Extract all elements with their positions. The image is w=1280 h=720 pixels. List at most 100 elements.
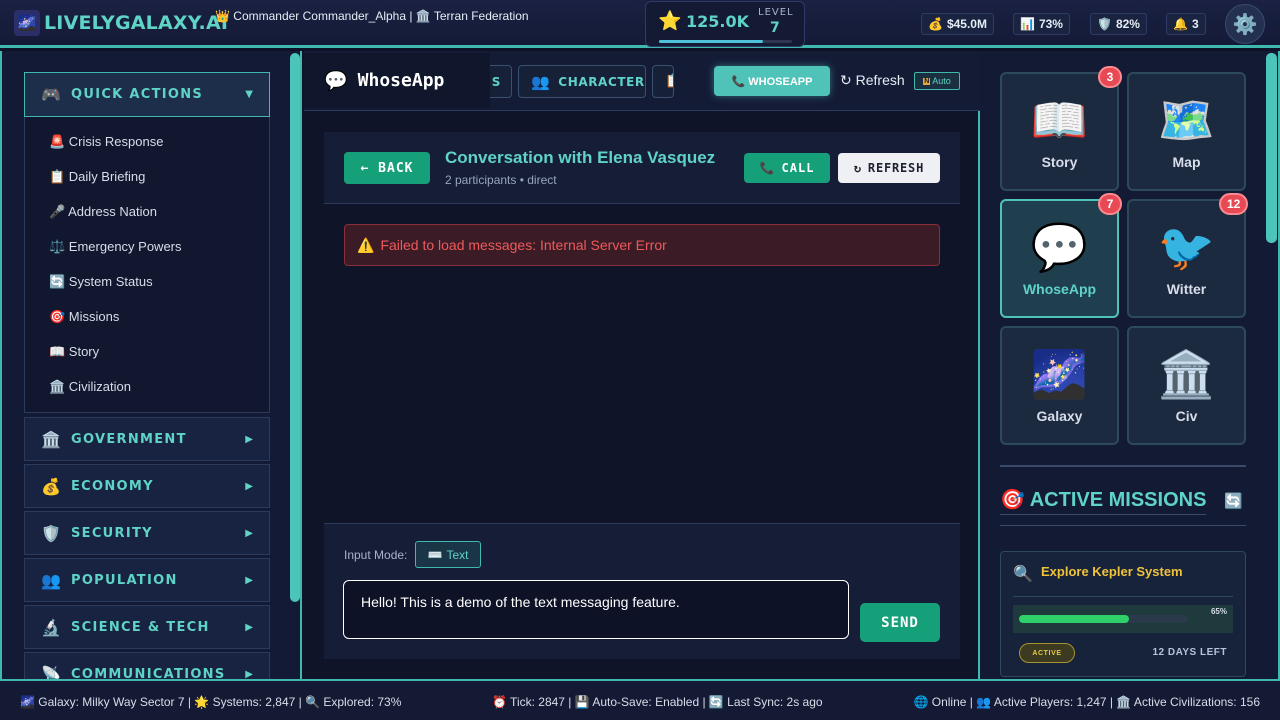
sidebar-scrollbar[interactable] [290,53,300,602]
active-missions-title: 🎯 ACTIVE MISSIONS [1000,487,1207,515]
section-security[interactable]: 🛡️ SECURITY ▶ [24,511,270,555]
notification-badge: 12 [1219,193,1249,215]
tile-label: WhoseApp [1022,281,1097,297]
quick-item-address-nation[interactable]: 🎤 Address Nation [49,204,157,220]
mission-status-badge: ACTIVE [1019,643,1075,663]
star-icon: ⭐ [658,10,682,32]
xp-progress-bar [659,40,792,43]
quick-item-daily-briefing[interactable]: 📋 Daily Briefing [49,169,145,185]
app-tile-galaxy[interactable]: 🌌 Galaxy [1000,326,1119,445]
stat-credits[interactable]: 💰 $45.0M [921,13,994,35]
send-button[interactable]: SEND [860,603,940,642]
section-economy[interactable]: 💰 ECONOMY ▶ [24,464,270,508]
tile-label: Map [1172,154,1201,170]
settings-button[interactable]: ⚙️ [1225,4,1265,44]
mission-progress-fill [1019,615,1129,623]
message-composer: Input Mode: ⌨️ Text Hello! This is a dem… [324,523,960,659]
notification-badge: 3 [1098,66,1122,88]
mission-progress-bar [1019,615,1188,623]
refresh-button[interactable]: ↻ REFRESH [838,153,940,183]
chevron-right-icon: ▶ [245,668,253,680]
warning-icon: ⚠️ [357,236,375,253]
tab-characters[interactable]: 👥 CHARACTERS [518,65,646,98]
tab-partial-clipboard[interactable]: 📋 [652,65,674,98]
section-label: SECURITY [71,525,153,541]
quick-item-civilization[interactable]: 🏛️ Civilization [49,379,131,395]
input-mode-value: Text [446,547,469,562]
conversation-subtitle: 2 participants • direct [445,173,557,187]
stat-security[interactable]: 🛡️ 82% [1090,13,1147,35]
refresh-missions-icon[interactable]: 🔄 [1224,492,1243,510]
message-input[interactable]: Hello! This is a demo of the text messag… [343,580,849,639]
back-button[interactable]: ← BACK [344,152,430,184]
status-footer: 🌌 Galaxy: Milky Way Sector 7 | 🌟 Systems… [0,679,1280,720]
right-panel-scrollbar[interactable] [1266,53,1277,243]
stat-notifications[interactable]: 🔔 3 [1166,13,1206,35]
section-label: GOVERNMENT [71,431,187,447]
whoseapp-button[interactable]: 📞 WHOSEAPP [714,66,830,96]
app-title: WhoseApp [357,70,445,91]
chevron-right-icon: ▶ [245,527,253,539]
stat-value: 73% [1038,17,1063,31]
tile-label: Story [1041,154,1078,170]
microscope-icon: 🔬 [41,617,61,637]
divider [1000,525,1246,526]
section-label: SCIENCE & TECH [71,619,210,635]
money-bag-icon: 💰 [928,17,943,31]
galaxy-icon: 🌌 [14,10,40,36]
tab-label: S [491,74,501,89]
quick-item-system-status[interactable]: 🔄 System Status [49,274,153,290]
quick-actions-header[interactable]: 🎮 QUICK ACTIONS ▼ [24,72,270,117]
magnifier-icon: 🔍 [1013,564,1033,583]
call-button[interactable]: 📞 CALL [744,153,830,183]
app-tile-map[interactable]: 🗺️ Map [1127,72,1246,191]
quick-item-missions[interactable]: 🎯 Missions [49,309,119,325]
satellite-icon: 📡 [41,664,61,680]
chevron-right-icon: ▶ [245,574,253,586]
stat-value: $45.0M [946,17,987,31]
divider [1000,465,1246,467]
speech-bubble-icon: 💬 [1030,220,1089,274]
stat-value: 82% [1115,17,1140,31]
conversation-title: Conversation with Elena Vasquez [445,148,716,167]
call-label: CALL [781,161,815,175]
auto-refresh-toggle[interactable]: N Auto [914,72,960,90]
quick-item-story[interactable]: 📖 Story [49,344,99,360]
refresh-link[interactable]: ↻ Refresh [840,72,905,89]
auto-label: Auto [932,76,951,86]
section-label: QUICK ACTIONS [71,87,204,102]
shield-icon: 🛡️ [1097,17,1112,31]
app-tile-civ[interactable]: 🏛️ Civ [1127,326,1246,445]
app-tile-witter[interactable]: 🐦 Witter [1127,199,1246,318]
mission-card[interactable]: 🔍 Explore Kepler System 65% ACTIVE 12 DA… [1000,551,1246,677]
people-icon: 👥 [41,570,61,590]
tile-label: Witter [1166,281,1207,297]
stat-approval[interactable]: 📊 73% [1013,13,1070,35]
section-label: COMMUNICATIONS [71,666,226,680]
quick-item-crisis-response[interactable]: 🚨 Crisis Response [49,134,163,150]
tile-label: Galaxy [1036,408,1083,424]
quick-item-emergency-powers[interactable]: ⚖️ Emergency Powers [49,239,182,255]
xp-value: 125.0K [686,12,750,31]
conversation-header: ← BACK Conversation with Elena Vasquez 2… [324,132,960,204]
input-mode-text-button[interactable]: ⌨️ Text [415,541,481,568]
xp-level-panel: ⭐ 125.0K LEVEL 7 [645,1,805,47]
tile-label: Civ [1175,408,1198,424]
app-tile-story[interactable]: 📖 Story [1000,72,1119,191]
footer-system-info: ⏰ Tick: 2847 | 💾 Auto-Save: Enabled | 🔄 … [492,695,823,709]
money-bag-icon: 💰 [41,476,61,496]
level-value: 7 [770,20,780,36]
app-title-area: 💬 WhoseApp [304,53,490,108]
section-communications[interactable]: 📡 COMMUNICATIONS ▶ [24,652,270,679]
notification-badge: 7 [1098,193,1122,215]
section-government[interactable]: 🏛️ GOVERNMENT ▶ [24,417,270,461]
people-icon: 👥 [531,72,551,91]
app-tile-whoseapp[interactable]: 💬 WhoseApp [1000,199,1119,318]
app-logo[interactable]: 🌌 LIVELYGALAXY.AI [14,10,228,36]
chevron-down-icon: ▼ [245,89,253,100]
error-message: ⚠️ Failed to load messages: Internal Ser… [344,224,940,266]
section-science-tech[interactable]: 🔬 SCIENCE & TECH ▶ [24,605,270,649]
section-population[interactable]: 👥 POPULATION ▶ [24,558,270,602]
level-label: LEVEL [758,7,794,18]
commander-info: 👑 Commander Commander_Alpha | 🏛️ Terran … [215,9,529,23]
